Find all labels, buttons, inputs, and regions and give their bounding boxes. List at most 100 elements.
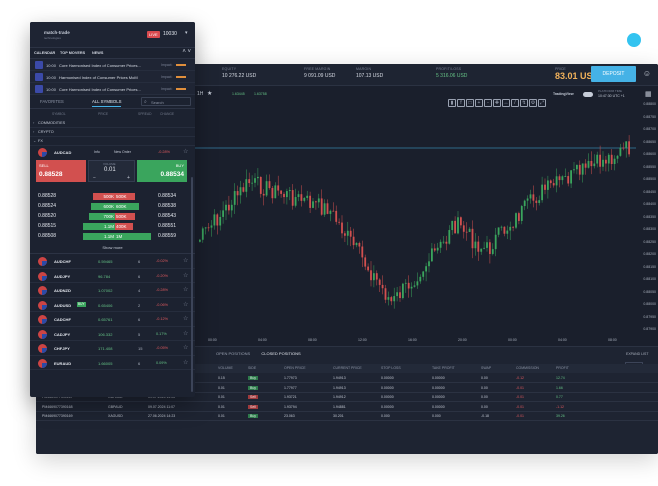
candle-body xyxy=(625,141,628,148)
candle-body xyxy=(506,230,509,234)
symbol-row[interactable]: AUDJPY 96.784 6 -0.20% ☆ xyxy=(30,269,195,283)
table-row[interactable]: PM4669077390168 GBPAUD 09.07.2024 11:07 0.0… xyxy=(36,403,658,412)
chevron-right-icon: › xyxy=(33,129,35,134)
stat-label: PROFIT/LOSS xyxy=(436,67,462,71)
info-button[interactable]: Info xyxy=(94,150,100,154)
cell-id: PM4669077390169 xyxy=(42,414,73,418)
candle-body xyxy=(410,286,413,289)
candle-body xyxy=(535,200,538,203)
stat-label: FREE MARGIN xyxy=(304,67,331,71)
candle-body xyxy=(448,230,451,244)
candle-body xyxy=(416,281,419,286)
scrollbar[interactable] xyxy=(191,177,193,392)
cell-side: Sell xyxy=(248,404,258,409)
tab-all-symbols[interactable]: ALL SYMBOLS xyxy=(92,99,122,107)
candle-body xyxy=(619,147,622,156)
tab-news[interactable]: NEWS xyxy=(92,51,103,55)
search-input[interactable]: ⌕ Search xyxy=(141,97,191,106)
news-item[interactable]: 10:00 Harmonised Index of Consumer Prices… xyxy=(30,71,195,83)
candle-body xyxy=(567,176,570,184)
star-icon[interactable]: ☆ xyxy=(183,272,188,279)
category-commodities[interactable]: › COMMODITIES xyxy=(30,119,195,128)
volume-stepper[interactable]: VOLUME 0.01 − + xyxy=(88,160,135,182)
open-symbol-header[interactable]: AUDCAD Info New Order -0.28% ☆ xyxy=(30,146,195,158)
candle-body xyxy=(503,226,506,234)
account-balance[interactable]: 10030 xyxy=(163,31,177,37)
user-icon[interactable]: ☺ xyxy=(641,68,653,80)
symbol-row[interactable]: EURAUD 1.66005 6 0.09% ☆ xyxy=(30,356,195,370)
candle-body xyxy=(564,176,567,177)
chart-toolbar: 1H ★ 1.63445 1.63758 ▮ f □ + - ✚ ↔ / ↯ ⚙ ⤢ Trading… xyxy=(193,88,658,107)
star-icon[interactable]: ★ xyxy=(207,90,212,97)
flag-icon xyxy=(38,271,47,281)
deposit-button[interactable]: DEPOSIT xyxy=(591,66,636,82)
new-order-button[interactable]: New Order xyxy=(114,150,131,154)
star-icon[interactable]: ☆ xyxy=(183,257,188,264)
expand-list-button[interactable]: EXPAND LIST xyxy=(626,352,649,356)
candle-body xyxy=(236,191,239,196)
star-icon[interactable]: ☆ xyxy=(183,286,188,293)
table-row[interactable]: PM4669077390169 XAGUSD 27.06.2024 14:23 0.0… xyxy=(36,412,658,421)
stat-margin: MARGIN 107.13 USD xyxy=(356,67,383,79)
calendar-icon xyxy=(35,61,43,69)
chart-area[interactable]: 1H ★ 1.63445 1.63758 ▮ f □ + - ✚ ↔ / ↯ ⚙ ⤢ Trading… xyxy=(193,86,658,346)
star-icon[interactable]: ☆ xyxy=(183,301,188,308)
column-header: TAKE PROFIT xyxy=(432,366,455,370)
star-icon[interactable]: ☆ xyxy=(183,344,188,351)
symbol-row[interactable]: AUDCHF 0.59465 6 -0.02% ☆ xyxy=(30,254,195,269)
category-fx[interactable]: ⌄ FX xyxy=(30,137,195,146)
minus-icon[interactable]: − xyxy=(93,175,96,181)
bid-volume: 500K xyxy=(93,193,115,200)
buy-button[interactable]: BUY 0.88534 xyxy=(137,160,187,182)
symbol-row[interactable]: CHFJPY 171.408 15 -0.05% ☆ xyxy=(30,341,195,356)
tab-favorites[interactable]: FAVORITES xyxy=(40,99,64,104)
star-icon[interactable]: ☆ xyxy=(183,330,188,337)
chevron-down-icon[interactable]: ▾ xyxy=(185,30,188,36)
candle-body xyxy=(378,279,381,285)
stat-value: 9 091.09 USD xyxy=(304,73,336,79)
star-icon[interactable]: ☆ xyxy=(183,148,188,155)
candle-body xyxy=(515,213,517,228)
candle-body xyxy=(288,190,291,192)
col-change: CHANGE xyxy=(160,112,175,116)
tab-open-positions[interactable]: OPEN POSITIONS xyxy=(216,351,250,356)
symbol-change: -0.05% xyxy=(156,346,169,350)
chart-toggle[interactable] xyxy=(583,92,593,97)
star-icon[interactable]: ☆ xyxy=(183,315,188,322)
price-tick-label: 0.88400 xyxy=(643,202,656,206)
cell-current: 30.201 xyxy=(333,414,344,418)
platform-time-label: PLATFORM TIME xyxy=(598,89,623,93)
time-tick-label: 04:00 xyxy=(558,338,567,342)
news-item[interactable]: 10:00 Core Harmonised Index of Consumer P… xyxy=(30,83,195,95)
category-crypto[interactable]: › CRYPTO xyxy=(30,128,195,137)
ask-volume: 500K xyxy=(115,213,135,220)
column-header: STOP LOSS xyxy=(381,366,401,370)
tab-top-movers[interactable]: TOP MOVERS xyxy=(60,51,85,55)
symbol-row[interactable]: AUDNZD 1.07002 4 -0.28% ☆ xyxy=(30,283,195,298)
sell-button[interactable]: SELL 0.88528 xyxy=(36,160,86,182)
timeframe-selector[interactable]: 1H xyxy=(197,91,203,97)
tab-closed-positions[interactable]: CLOSED POSITIONS xyxy=(261,351,300,356)
show-more-button[interactable]: Show more xyxy=(30,242,195,254)
candle-body xyxy=(489,242,491,254)
symbol-price: 1.66005 xyxy=(98,360,113,366)
plus-icon[interactable]: + xyxy=(127,175,130,181)
candle-body xyxy=(570,170,572,184)
price-tick-label: 0.88700 xyxy=(643,127,656,131)
news-item[interactable]: 10:00 Core Harmonised Index of Consumer P… xyxy=(30,59,195,71)
candle-body xyxy=(422,271,425,277)
symbol-row[interactable]: CADJPY 106.332 5 0.17% ☆ xyxy=(30,327,195,341)
candle-body xyxy=(613,158,616,165)
ask-price: 0.88551 xyxy=(158,223,177,229)
tab-calendar[interactable]: CALENDAR xyxy=(34,51,55,55)
symbol-row[interactable]: CADCHF 0.65761 6 -0.12% ☆ xyxy=(30,312,195,327)
expand-icon[interactable]: ▦ xyxy=(645,90,652,98)
star-icon[interactable]: ☆ xyxy=(183,359,188,366)
collapse-arrows[interactable]: ˄ ˅ xyxy=(182,49,191,55)
trade-ticket: SELL 0.88528 VOLUME 0.01 − + BUY 0.88534 xyxy=(30,158,195,192)
candle-body xyxy=(335,210,338,222)
symbol-row[interactable]: AUDUSD BUY 0.65406 2 -0.06% ☆ xyxy=(30,298,195,312)
cell-profit: 0.77 xyxy=(556,395,563,399)
symbol-price: 171.408 xyxy=(98,346,113,351)
price-tick-label: 0.88550 xyxy=(643,164,656,169)
